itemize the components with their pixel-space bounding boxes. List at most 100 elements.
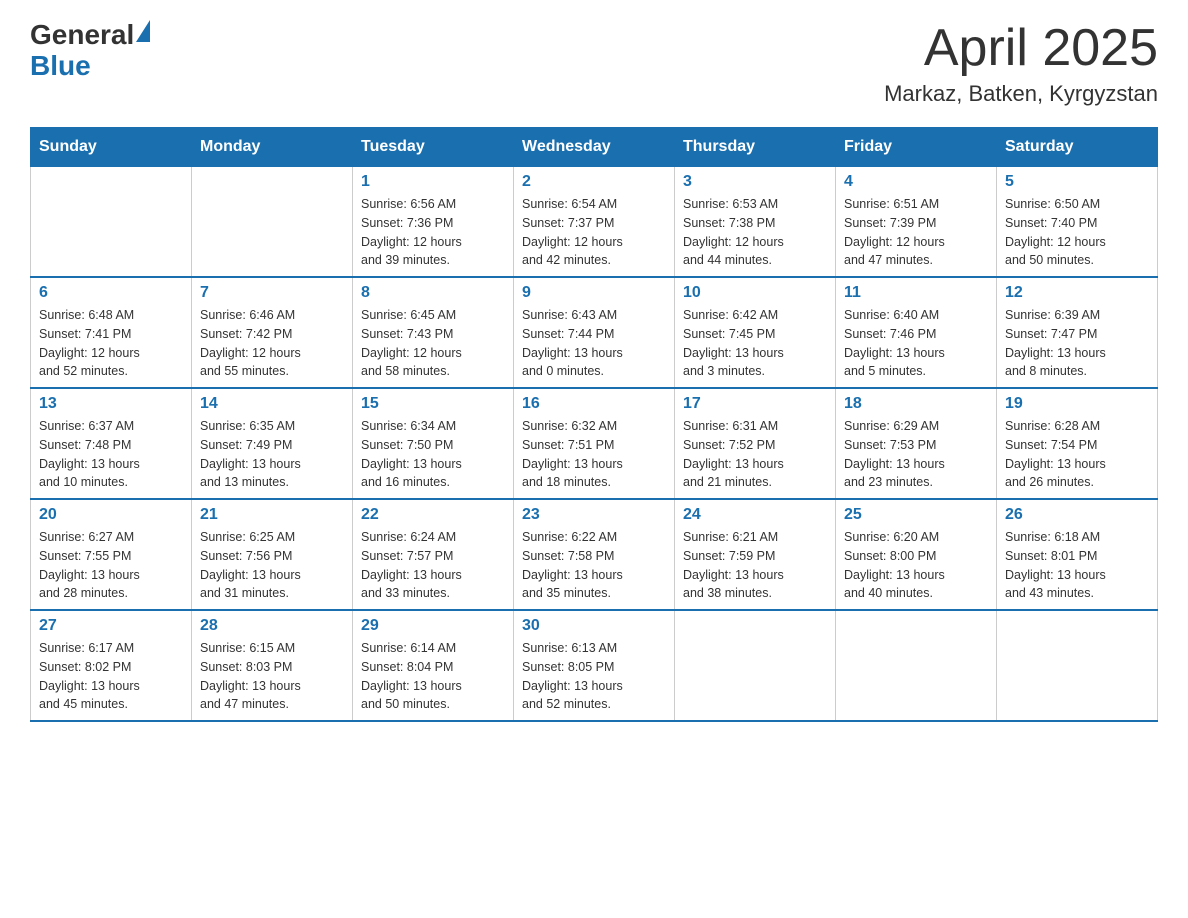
day-number: 16 bbox=[522, 395, 666, 413]
calendar-cell bbox=[997, 610, 1158, 721]
day-info: Sunrise: 6:15 AM Sunset: 8:03 PM Dayligh… bbox=[200, 639, 344, 714]
calendar-cell: 8 Sunrise: 6:45 AM Sunset: 7:43 PM Daylig… bbox=[353, 277, 514, 388]
day-info: Sunrise: 6:35 AM Sunset: 7:49 PM Dayligh… bbox=[200, 417, 344, 492]
day-info: Sunrise: 6:51 AM Sunset: 7:39 PM Dayligh… bbox=[844, 195, 988, 270]
calendar-cell: 22 Sunrise: 6:24 AM Sunset: 7:57 PM Dayli… bbox=[353, 499, 514, 610]
day-number: 4 bbox=[844, 173, 988, 191]
day-number: 25 bbox=[844, 506, 988, 524]
calendar-week-row: 6 Sunrise: 6:48 AM Sunset: 7:41 PM Daylig… bbox=[31, 277, 1158, 388]
calendar-cell: 6 Sunrise: 6:48 AM Sunset: 7:41 PM Daylig… bbox=[31, 277, 192, 388]
calendar-cell: 15 Sunrise: 6:34 AM Sunset: 7:50 PM Dayli… bbox=[353, 388, 514, 499]
calendar-cell: 27 Sunrise: 6:17 AM Sunset: 8:02 PM Dayli… bbox=[31, 610, 192, 721]
day-number: 21 bbox=[200, 506, 344, 524]
day-number: 27 bbox=[39, 617, 183, 635]
calendar-cell: 14 Sunrise: 6:35 AM Sunset: 7:49 PM Dayli… bbox=[192, 388, 353, 499]
calendar-cell: 24 Sunrise: 6:21 AM Sunset: 7:59 PM Dayli… bbox=[675, 499, 836, 610]
calendar-cell: 7 Sunrise: 6:46 AM Sunset: 7:42 PM Daylig… bbox=[192, 277, 353, 388]
day-number: 22 bbox=[361, 506, 505, 524]
calendar-cell: 1 Sunrise: 6:56 AM Sunset: 7:36 PM Daylig… bbox=[353, 167, 514, 278]
day-info: Sunrise: 6:56 AM Sunset: 7:36 PM Dayligh… bbox=[361, 195, 505, 270]
calendar-week-row: 1 Sunrise: 6:56 AM Sunset: 7:36 PM Daylig… bbox=[31, 167, 1158, 278]
column-header-thursday: Thursday bbox=[675, 128, 836, 167]
location-label: Markaz, Batken, Kyrgyzstan bbox=[884, 81, 1158, 107]
day-info: Sunrise: 6:28 AM Sunset: 7:54 PM Dayligh… bbox=[1005, 417, 1149, 492]
day-info: Sunrise: 6:20 AM Sunset: 8:00 PM Dayligh… bbox=[844, 528, 988, 603]
calendar-cell: 30 Sunrise: 6:13 AM Sunset: 8:05 PM Dayli… bbox=[514, 610, 675, 721]
calendar-cell: 3Sunrise: 6:53 AM Sunset: 7:38 PM Daylig… bbox=[675, 167, 836, 278]
column-header-monday: Monday bbox=[192, 128, 353, 167]
calendar-cell bbox=[31, 167, 192, 278]
day-info: Sunrise: 6:13 AM Sunset: 8:05 PM Dayligh… bbox=[522, 639, 666, 714]
day-number: 20 bbox=[39, 506, 183, 524]
day-number: 26 bbox=[1005, 506, 1149, 524]
calendar-week-row: 13 Sunrise: 6:37 AM Sunset: 7:48 PM Dayli… bbox=[31, 388, 1158, 499]
calendar-cell: 17Sunrise: 6:31 AM Sunset: 7:52 PM Dayli… bbox=[675, 388, 836, 499]
calendar-cell: 26 Sunrise: 6:18 AM Sunset: 8:01 PM Dayli… bbox=[997, 499, 1158, 610]
day-number: 1 bbox=[361, 173, 505, 191]
day-number: 13 bbox=[39, 395, 183, 413]
calendar-cell: 19 Sunrise: 6:28 AM Sunset: 7:54 PM Dayli… bbox=[997, 388, 1158, 499]
calendar-table: SundayMondayTuesdayWednesdayThursdayFrid… bbox=[30, 127, 1158, 722]
calendar-cell: 23Sunrise: 6:22 AM Sunset: 7:58 PM Dayli… bbox=[514, 499, 675, 610]
column-header-friday: Friday bbox=[836, 128, 997, 167]
calendar-cell: 11 Sunrise: 6:40 AM Sunset: 7:46 PM Dayli… bbox=[836, 277, 997, 388]
calendar-cell: 21 Sunrise: 6:25 AM Sunset: 7:56 PM Dayli… bbox=[192, 499, 353, 610]
day-number: 11 bbox=[844, 284, 988, 302]
calendar-cell: 5 Sunrise: 6:50 AM Sunset: 7:40 PM Daylig… bbox=[997, 167, 1158, 278]
calendar-cell bbox=[192, 167, 353, 278]
logo-triangle-icon bbox=[136, 20, 150, 42]
day-info: Sunrise: 6:17 AM Sunset: 8:02 PM Dayligh… bbox=[39, 639, 183, 714]
day-info: Sunrise: 6:14 AM Sunset: 8:04 PM Dayligh… bbox=[361, 639, 505, 714]
day-number: 5 bbox=[1005, 173, 1149, 191]
day-info: Sunrise: 6:37 AM Sunset: 7:48 PM Dayligh… bbox=[39, 417, 183, 492]
day-number: 3 bbox=[683, 173, 827, 191]
day-info: Sunrise: 6:45 AM Sunset: 7:43 PM Dayligh… bbox=[361, 306, 505, 381]
day-number: 24 bbox=[683, 506, 827, 524]
day-info: Sunrise: 6:40 AM Sunset: 7:46 PM Dayligh… bbox=[844, 306, 988, 381]
logo-blue-text: Blue bbox=[30, 50, 91, 81]
day-info: Sunrise: 6:48 AM Sunset: 7:41 PM Dayligh… bbox=[39, 306, 183, 381]
day-number: 30 bbox=[522, 617, 666, 635]
calendar-cell: 13 Sunrise: 6:37 AM Sunset: 7:48 PM Dayli… bbox=[31, 388, 192, 499]
day-number: 9 bbox=[522, 284, 666, 302]
day-info: Sunrise: 6:34 AM Sunset: 7:50 PM Dayligh… bbox=[361, 417, 505, 492]
logo-general-text: General bbox=[30, 19, 134, 50]
day-number: 12 bbox=[1005, 284, 1149, 302]
calendar-cell: 28 Sunrise: 6:15 AM Sunset: 8:03 PM Dayli… bbox=[192, 610, 353, 721]
day-info: Sunrise: 6:50 AM Sunset: 7:40 PM Dayligh… bbox=[1005, 195, 1149, 270]
day-number: 14 bbox=[200, 395, 344, 413]
day-number: 29 bbox=[361, 617, 505, 635]
calendar-cell: 29 Sunrise: 6:14 AM Sunset: 8:04 PM Dayli… bbox=[353, 610, 514, 721]
day-number: 8 bbox=[361, 284, 505, 302]
day-number: 15 bbox=[361, 395, 505, 413]
day-info: Sunrise: 6:18 AM Sunset: 8:01 PM Dayligh… bbox=[1005, 528, 1149, 603]
day-info: Sunrise: 6:39 AM Sunset: 7:47 PM Dayligh… bbox=[1005, 306, 1149, 381]
calendar-cell: 25 Sunrise: 6:20 AM Sunset: 8:00 PM Dayli… bbox=[836, 499, 997, 610]
page-header: General Blue April 2025 Markaz, Batken, … bbox=[30, 20, 1158, 107]
day-info: Sunrise: 6:54 AM Sunset: 7:37 PM Dayligh… bbox=[522, 195, 666, 270]
calendar-cell: 10Sunrise: 6:42 AM Sunset: 7:45 PM Dayli… bbox=[675, 277, 836, 388]
day-number: 17 bbox=[683, 395, 827, 413]
day-number: 28 bbox=[200, 617, 344, 635]
day-info: Sunrise: 6:24 AM Sunset: 7:57 PM Dayligh… bbox=[361, 528, 505, 603]
month-title: April 2025 bbox=[884, 20, 1158, 77]
day-number: 18 bbox=[844, 395, 988, 413]
calendar-header-row: SundayMondayTuesdayWednesdayThursdayFrid… bbox=[31, 128, 1158, 167]
day-number: 7 bbox=[200, 284, 344, 302]
column-header-saturday: Saturday bbox=[997, 128, 1158, 167]
calendar-cell: 2 Sunrise: 6:54 AM Sunset: 7:37 PM Daylig… bbox=[514, 167, 675, 278]
day-number: 2 bbox=[522, 173, 666, 191]
calendar-cell bbox=[836, 610, 997, 721]
day-number: 19 bbox=[1005, 395, 1149, 413]
day-number: 6 bbox=[39, 284, 183, 302]
day-info: Sunrise: 6:25 AM Sunset: 7:56 PM Dayligh… bbox=[200, 528, 344, 603]
calendar-cell: 12 Sunrise: 6:39 AM Sunset: 7:47 PM Dayli… bbox=[997, 277, 1158, 388]
calendar-cell: 20Sunrise: 6:27 AM Sunset: 7:55 PM Dayli… bbox=[31, 499, 192, 610]
day-info: Sunrise: 6:32 AM Sunset: 7:51 PM Dayligh… bbox=[522, 417, 666, 492]
day-info: Sunrise: 6:42 AM Sunset: 7:45 PM Dayligh… bbox=[683, 306, 827, 381]
calendar-cell: 4 Sunrise: 6:51 AM Sunset: 7:39 PM Daylig… bbox=[836, 167, 997, 278]
day-info: Sunrise: 6:21 AM Sunset: 7:59 PM Dayligh… bbox=[683, 528, 827, 603]
calendar-week-row: 20Sunrise: 6:27 AM Sunset: 7:55 PM Dayli… bbox=[31, 499, 1158, 610]
day-info: Sunrise: 6:46 AM Sunset: 7:42 PM Dayligh… bbox=[200, 306, 344, 381]
column-header-sunday: Sunday bbox=[31, 128, 192, 167]
